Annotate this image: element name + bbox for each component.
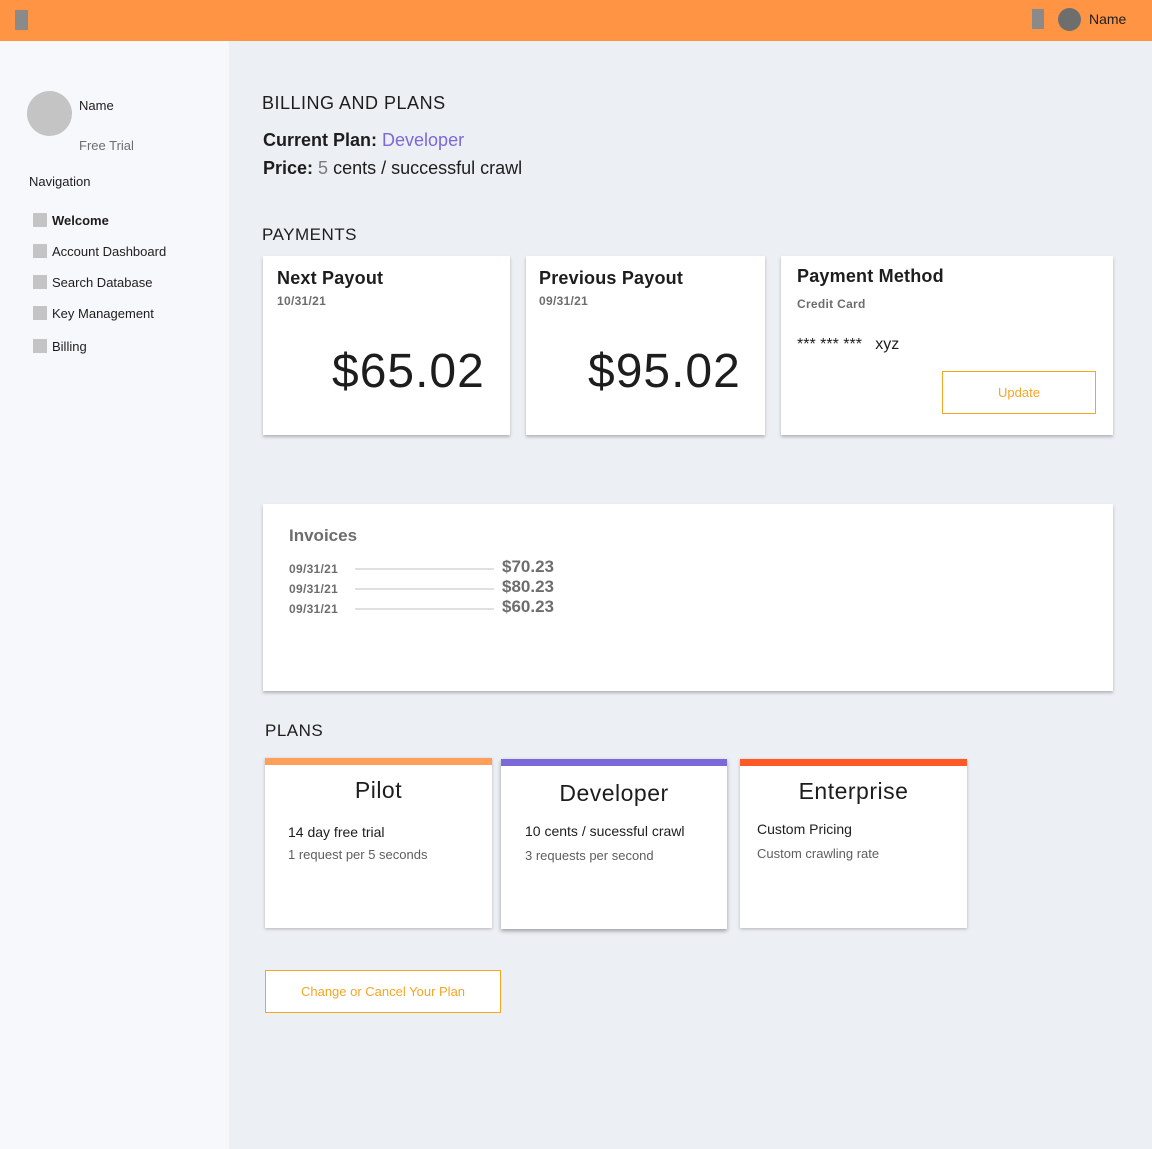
previous-payout-amount: $95.02 — [588, 345, 741, 398]
dashboard-icon — [33, 244, 47, 258]
plan-rate: Custom crawling rate — [757, 846, 880, 861]
invoices-card: Invoices 09/31/21 $70.23 09/31/21 $80.23… — [263, 504, 1113, 691]
plan-rate: 1 request per 5 seconds — [288, 847, 428, 862]
user-name[interactable]: Name — [1089, 11, 1126, 27]
price-line: Price: 5 cents / successful crawl — [263, 158, 522, 179]
previous-payout-date: 09/31/21 — [539, 294, 589, 308]
current-plan-value: Developer — [382, 130, 465, 150]
plan-color-bar — [265, 758, 492, 765]
invoice-divider — [355, 588, 494, 590]
plan-price: 10 cents / sucessful crawl — [525, 823, 685, 839]
profile-plan: Free Trial — [79, 138, 134, 153]
payments-title: PAYMENTS — [262, 225, 357, 244]
plan-name: Pilot — [354, 777, 403, 803]
sidebar-item-welcome[interactable]: Welcome — [33, 211, 109, 229]
sidebar-item-label: Key Management — [52, 305, 154, 321]
payment-method-type: Credit Card — [797, 297, 866, 311]
price-label: Price: — [263, 158, 314, 178]
user-avatar-icon[interactable] — [1058, 8, 1081, 31]
invoice-amount: $70.23 — [502, 557, 554, 576]
invoice-amount: $80.23 — [502, 577, 554, 596]
billing-icon — [33, 339, 47, 353]
plan-name: Developer — [559, 780, 669, 806]
price-unit: cents / successful crawl — [333, 158, 523, 178]
sidebar-item-label: Billing — [52, 338, 87, 354]
invoice-row[interactable]: 09/31/21 $60.23 — [289, 597, 589, 617]
next-payout-date: 10/31/21 — [277, 294, 327, 308]
update-payment-button[interactable]: Update — [942, 371, 1096, 414]
plan-card-enterprise[interactable]: Enterprise Custom Pricing Custom crawlin… — [740, 759, 967, 928]
sidebar-item-search-database[interactable]: Search Database — [33, 273, 152, 291]
plan-price: Custom Pricing — [757, 821, 852, 837]
invoice-date: 09/31/21 — [289, 562, 339, 576]
sidebar-item-key-management[interactable]: Key Management — [33, 304, 154, 322]
next-payout-card: Next Payout 10/31/21 $65.02 — [263, 256, 510, 435]
next-payout-title: Next Payout — [277, 268, 384, 288]
sidebar-item-label: Search Database — [52, 274, 153, 290]
plan-card-pilot[interactable]: Pilot 14 day free trial 1 request per 5 … — [265, 758, 492, 928]
profile-name: Name — [79, 98, 114, 113]
change-plan-button[interactable]: Change or Cancel Your Plan — [265, 970, 501, 1013]
current-plan-label: Current Plan: — [263, 130, 378, 150]
search-icon — [33, 275, 47, 289]
plan-color-bar — [501, 759, 727, 766]
previous-payout-title: Previous Payout — [539, 268, 684, 288]
key-icon — [33, 306, 47, 320]
menu-icon[interactable] — [15, 10, 28, 30]
nav-heading: Navigation — [29, 174, 91, 189]
card-number-stars: *** *** *** — [797, 336, 862, 353]
payment-method-card: Payment Method Credit Card *** *** *** x… — [781, 256, 1113, 435]
notification-icon[interactable] — [1032, 9, 1044, 29]
sidebar-item-label: Account Dashboard — [52, 243, 167, 259]
top-bar: Name — [0, 0, 1152, 41]
welcome-icon — [33, 213, 47, 227]
plan-color-bar — [740, 759, 967, 766]
profile-avatar — [27, 91, 72, 136]
sidebar-item-billing[interactable]: Billing — [33, 337, 87, 355]
sidebar: Name Free Trial Navigation Welcome Accou… — [0, 41, 229, 1149]
plan-card-developer[interactable]: Developer 10 cents / sucessful crawl 3 r… — [501, 759, 727, 929]
next-payout-amount: $65.02 — [332, 345, 485, 398]
invoice-divider — [355, 568, 494, 570]
invoices-title: Invoices — [289, 526, 358, 545]
sidebar-item-account-dashboard[interactable]: Account Dashboard — [33, 242, 166, 260]
current-plan-line: Current Plan: Developer — [263, 130, 464, 151]
invoice-row[interactable]: 09/31/21 $70.23 — [289, 557, 589, 577]
price-value: 5 — [318, 158, 329, 178]
invoice-amount: $60.23 — [502, 597, 554, 616]
plan-name: Enterprise — [798, 778, 909, 804]
card-number-suffix: xyz — [875, 336, 900, 353]
invoice-date: 09/31/21 — [289, 582, 339, 596]
sidebar-item-label: Welcome — [52, 212, 109, 228]
plans-title: PLANS — [265, 721, 324, 740]
invoice-row[interactable]: 09/31/21 $80.23 — [289, 577, 589, 597]
previous-payout-card: Previous Payout 09/31/21 $95.02 — [526, 256, 765, 435]
plan-rate: 3 requests per second — [525, 848, 654, 863]
invoice-divider — [355, 608, 494, 610]
payment-method-title: Payment Method — [797, 266, 944, 286]
page-title: BILLING AND PLANS — [262, 93, 446, 113]
invoice-date: 09/31/21 — [289, 602, 339, 616]
plan-price: 14 day free trial — [288, 824, 385, 840]
card-number-masked: *** *** *** xyz — [797, 336, 899, 354]
